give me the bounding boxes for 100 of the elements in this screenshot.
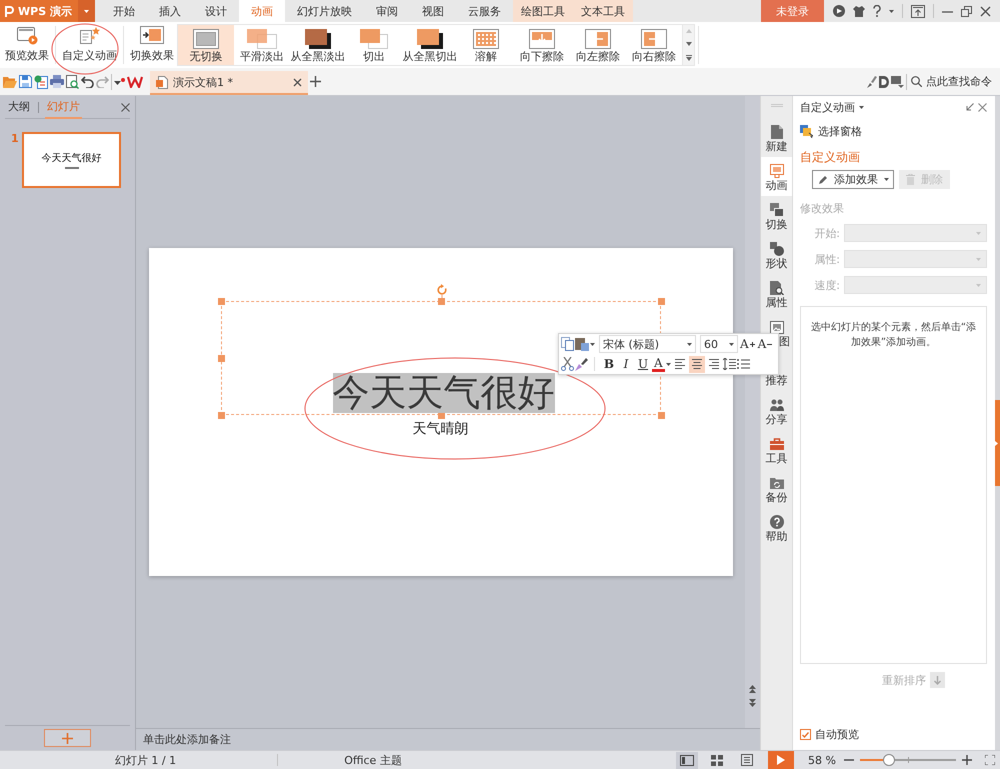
side-tab[interactable]: 推荐 xyxy=(761,352,792,391)
bold-button[interactable]: B xyxy=(601,356,617,372)
resize-handle[interactable] xyxy=(218,298,224,305)
undo-icon[interactable] xyxy=(81,76,94,88)
align-button[interactable] xyxy=(688,356,705,372)
upload-box-icon[interactable] xyxy=(911,4,925,18)
transition-option[interactable]: 从全黑切出 xyxy=(402,25,458,65)
menu-tab[interactable]: 审阅 xyxy=(364,0,410,22)
font-size-dropdown[interactable]: 60 xyxy=(700,335,738,353)
document-tab[interactable]: 演示文稿1 * xyxy=(150,71,308,95)
bullet-list-icon[interactable] xyxy=(736,358,750,370)
diagonal-arrow-icon[interactable] xyxy=(966,103,974,111)
close-icon[interactable] xyxy=(978,102,987,112)
ribbon-button[interactable]: 切换效果 xyxy=(127,22,177,68)
font-name-dropdown[interactable]: 宋体 (标题) xyxy=(599,335,696,353)
transition-option[interactable]: 向右擦除 xyxy=(626,25,682,65)
menu-tab[interactable]: 云服务 xyxy=(456,0,513,22)
check-icon xyxy=(802,732,809,738)
transition-option[interactable]: 切出 xyxy=(346,25,402,65)
plus-icon xyxy=(62,732,73,744)
pane-title[interactable]: 自定义动画 xyxy=(800,100,855,114)
ribbon-button[interactable]: 预览效果 xyxy=(2,22,52,68)
copy-icon[interactable] xyxy=(561,337,574,351)
restore-icon[interactable] xyxy=(961,6,972,16)
fit-screen-icon[interactable] xyxy=(985,755,995,765)
close-icon[interactable] xyxy=(121,102,130,112)
print-preview-icon[interactable] xyxy=(66,74,79,88)
grow-font-button[interactable]: A xyxy=(739,336,756,352)
italic-button[interactable]: I xyxy=(618,356,634,372)
play-circle-icon[interactable] xyxy=(833,5,845,17)
slide-subtitle[interactable]: 天气晴朗 xyxy=(412,420,468,438)
dropdown-box-icon[interactable] xyxy=(891,76,904,88)
slideshow-play-button[interactable] xyxy=(768,751,794,769)
save-icon[interactable] xyxy=(19,75,32,88)
help-icon[interactable] xyxy=(873,5,881,17)
command-search-field[interactable]: 点此查找命令 xyxy=(911,75,997,88)
selection-pane-button[interactable]: 选择窗格 xyxy=(800,124,862,139)
zoom-in-icon[interactable] xyxy=(962,755,972,765)
side-tab[interactable]: 帮助 xyxy=(761,508,792,547)
print-icon[interactable] xyxy=(50,75,64,88)
scroll-down-icon[interactable] xyxy=(686,42,692,46)
transition-option[interactable]: 平滑淡出 xyxy=(234,25,290,65)
side-tab[interactable]: 备份 xyxy=(761,469,792,508)
theme-name-text: Office 主题 xyxy=(344,752,402,768)
underline-button[interactable]: U xyxy=(635,356,651,372)
line-spacing-icon[interactable] xyxy=(722,358,736,370)
transition-option[interactable]: 从全黑淡出 xyxy=(290,25,346,65)
zoom-slider-thumb[interactable] xyxy=(882,754,895,766)
caret-icon[interactable] xyxy=(859,106,864,108)
menu-tab[interactable]: 设计 xyxy=(192,0,239,22)
paintbrush-icon[interactable] xyxy=(575,358,588,370)
d-shape-icon[interactable] xyxy=(879,76,889,88)
resize-handle[interactable] xyxy=(438,298,444,305)
side-tab[interactable]: 形状 xyxy=(761,235,792,274)
view-button[interactable] xyxy=(676,752,698,768)
side-tab[interactable]: 新建 xyxy=(761,118,792,157)
side-tab[interactable]: 工具 xyxy=(761,430,792,469)
font-color-button[interactable]: A xyxy=(652,356,665,372)
close-icon[interactable] xyxy=(980,6,991,16)
transition-option[interactable]: 向左擦除 xyxy=(570,25,626,65)
side-tab[interactable]: 属性 xyxy=(761,274,792,313)
caret-icon xyxy=(976,232,981,234)
add-effect-button[interactable]: 添加效果 xyxy=(812,170,894,189)
menu-tab[interactable]: 文本工具 xyxy=(572,0,633,22)
document-export-icon[interactable] xyxy=(34,74,48,88)
side-tab[interactable]: 分享 xyxy=(761,391,792,430)
menu-tab[interactable]: 绘图工具 xyxy=(512,0,573,22)
menu-tab[interactable]: 开始 xyxy=(100,0,147,22)
expand-gallery-icon[interactable] xyxy=(686,54,692,61)
scissors-icon[interactable] xyxy=(561,357,574,371)
menu-tab[interactable]: 插入 xyxy=(146,0,193,22)
slide-title[interactable]: 今天天气很好 xyxy=(332,373,554,413)
pane-toggle-bar[interactable] xyxy=(995,400,1000,486)
resize-handle[interactable] xyxy=(658,412,664,419)
brush-icon[interactable] xyxy=(865,76,877,88)
drag-handle-icon[interactable] xyxy=(770,104,782,107)
side-tab[interactable]: 动画 xyxy=(761,157,792,196)
shirt-icon[interactable] xyxy=(853,6,865,16)
resize-handle[interactable] xyxy=(218,412,224,419)
panel-tab[interactable]: 大纲 xyxy=(6,96,32,119)
close-tab-icon[interactable] xyxy=(293,78,302,86)
resize-handle[interactable] xyxy=(218,355,224,362)
transition-option[interactable]: 溶解 xyxy=(458,25,514,65)
menu-tab[interactable]: 视图 xyxy=(410,0,456,22)
caret-icon[interactable] xyxy=(666,362,671,366)
menu-tab[interactable]: 幻灯片放映 xyxy=(284,0,364,22)
caret-dot-icon[interactable] xyxy=(114,78,125,86)
transition-option[interactable]: 向下擦除 xyxy=(514,25,570,65)
transition-option[interactable]: 无切换 xyxy=(178,25,234,65)
shrink-font-button[interactable]: A xyxy=(756,336,774,352)
page-down-icon[interactable] xyxy=(749,699,756,707)
clipboard-icon[interactable] xyxy=(575,337,589,351)
page-up-icon[interactable] xyxy=(749,685,756,693)
resize-handle[interactable] xyxy=(658,298,664,305)
caret-icon[interactable] xyxy=(590,342,595,346)
side-tab[interactable]: 切换 xyxy=(761,196,792,235)
new-tab-plus-icon[interactable] xyxy=(310,76,321,87)
logo-icon[interactable] xyxy=(127,76,143,88)
auto-preview-checkbox[interactable] xyxy=(800,729,811,740)
slide-thumbnail[interactable]: 今天天气很好 xyxy=(22,132,121,188)
